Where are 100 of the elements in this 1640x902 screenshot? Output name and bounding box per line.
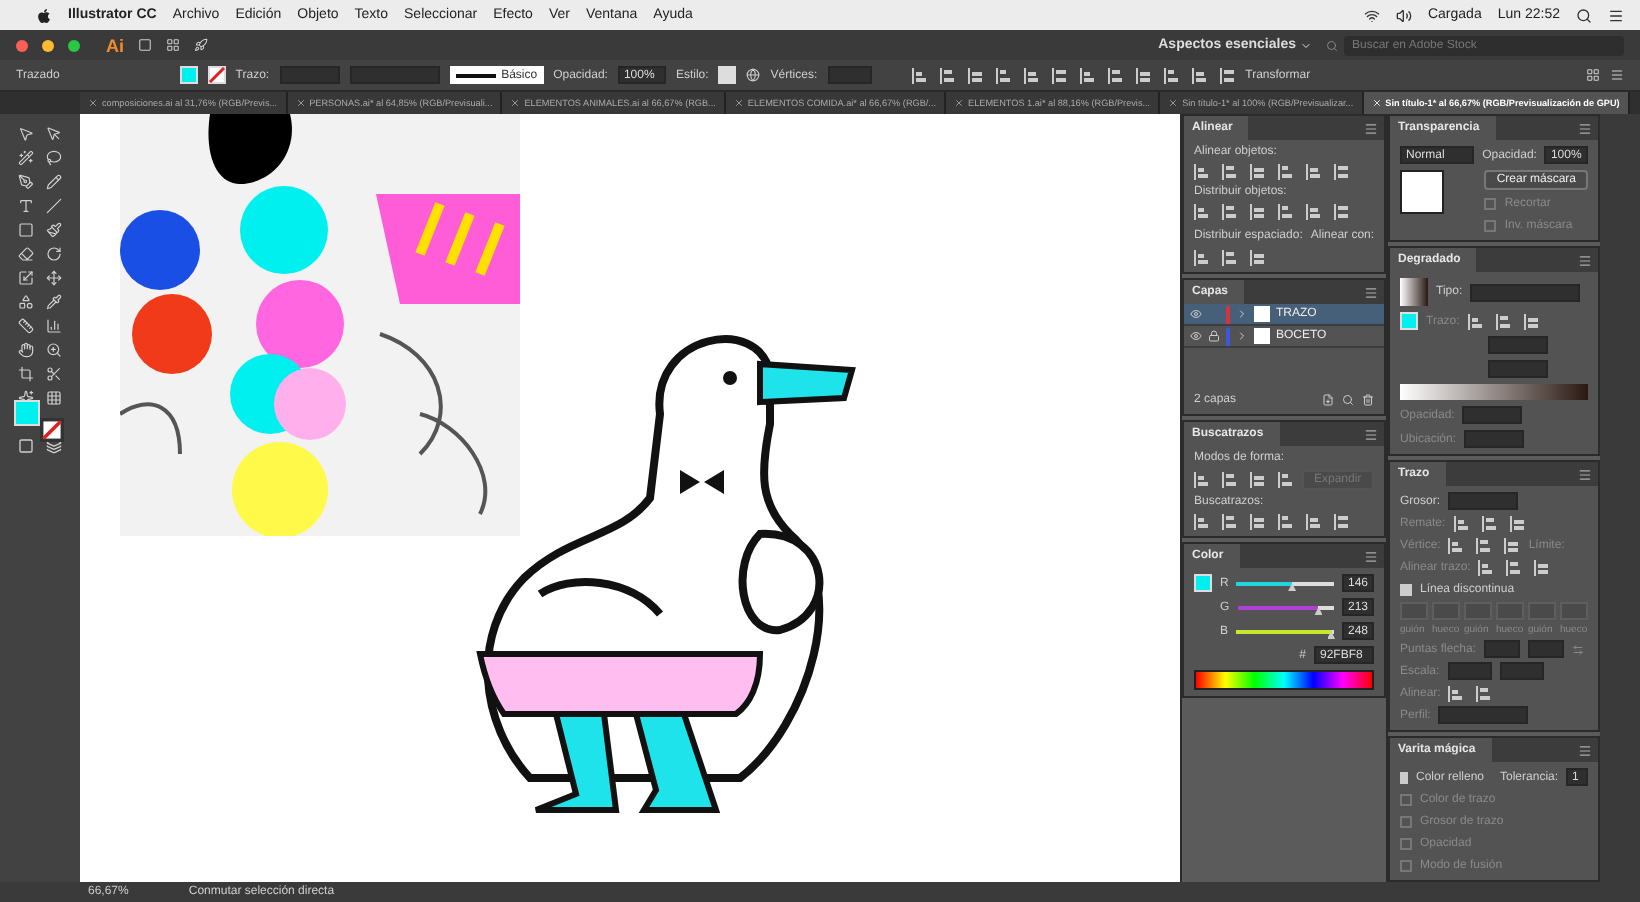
no-stroke-swatch[interactable] (40, 418, 64, 442)
align-icon[interactable] (1495, 313, 1512, 329)
align-icon[interactable] (1278, 204, 1294, 220)
align-icon[interactable] (1135, 67, 1152, 83)
checkbox[interactable] (1484, 197, 1497, 209)
menu-icon[interactable] (1608, 7, 1624, 23)
checkbox[interactable] (1484, 219, 1497, 231)
align-icon[interactable] (1191, 67, 1208, 83)
new-layer-icon[interactable] (1322, 393, 1334, 405)
rotate-icon[interactable] (46, 246, 62, 262)
eyedropper-icon[interactable] (46, 294, 62, 310)
align-icon[interactable] (1051, 67, 1068, 83)
align-icon[interactable] (1448, 685, 1465, 701)
align-icon[interactable] (1194, 204, 1210, 220)
arrow-pointer-icon[interactable] (18, 126, 34, 142)
align-icon[interactable] (1306, 514, 1322, 530)
line-icon[interactable] (46, 198, 62, 214)
rocket-icon[interactable] (194, 38, 208, 52)
align-icon[interactable] (911, 67, 928, 83)
align-icon[interactable] (1222, 164, 1238, 180)
grid-icon[interactable] (166, 38, 180, 52)
letter-t-icon[interactable] (18, 198, 34, 214)
minimize-light[interactable] (42, 39, 54, 51)
color-spectrum[interactable] (1194, 670, 1374, 690)
variable-width-field[interactable] (349, 66, 440, 84)
square-icon[interactable] (18, 438, 34, 454)
chevron-down-icon[interactable] (1300, 39, 1312, 51)
align-icon[interactable] (1334, 514, 1350, 530)
align-icon[interactable] (1194, 514, 1210, 530)
align-icon[interactable] (1194, 472, 1210, 488)
ruler-icon[interactable] (18, 318, 34, 334)
align-icon[interactable] (1163, 67, 1180, 83)
align-icon[interactable] (1222, 472, 1238, 488)
align-icon[interactable] (1250, 204, 1266, 220)
fill-swatch[interactable] (179, 66, 198, 84)
align-icon[interactable] (1306, 204, 1322, 220)
align-icon[interactable] (1250, 514, 1266, 530)
no-stroke-swatch[interactable] (207, 66, 226, 84)
rectangle-icon[interactable] (18, 222, 34, 238)
align-icon[interactable] (1523, 313, 1540, 329)
shapes-icon[interactable] (18, 294, 34, 310)
align-icon[interactable] (1194, 250, 1210, 266)
search-icon[interactable] (1576, 7, 1592, 23)
align-icon[interactable] (995, 67, 1012, 83)
vertices-field[interactable] (827, 66, 872, 84)
align-icon[interactable] (1478, 559, 1495, 575)
align-icon[interactable] (1222, 250, 1238, 266)
location-field[interactable] (1464, 430, 1525, 448)
zoom-light[interactable] (68, 39, 80, 51)
align-icon[interactable] (1278, 164, 1294, 180)
apple-icon[interactable] (36, 7, 52, 23)
move-icon[interactable] (46, 270, 62, 286)
hollow-arrow-pointer-icon[interactable] (46, 126, 62, 142)
wifi-icon[interactable] (1363, 7, 1380, 23)
layers-icon[interactable] (46, 438, 62, 454)
align-icon[interactable] (1250, 164, 1266, 180)
align-icon[interactable] (1509, 515, 1526, 531)
align-icon[interactable] (1107, 67, 1124, 83)
brush-icon[interactable] (46, 222, 62, 238)
slider-thumb[interactable] (1288, 583, 1297, 591)
grid-icon[interactable] (46, 390, 62, 406)
angle-field[interactable] (1488, 336, 1548, 354)
slider-thumb[interactable] (1327, 631, 1336, 639)
globe-icon[interactable] (746, 68, 761, 82)
align-icon[interactable] (1476, 685, 1493, 701)
opacity-field[interactable] (1462, 406, 1523, 424)
align-icon[interactable] (1476, 537, 1493, 553)
align-icon[interactable] (1334, 164, 1350, 180)
align-icon[interactable] (1222, 514, 1238, 530)
aspect-field[interactable] (1488, 360, 1548, 378)
eraser-icon[interactable] (18, 246, 34, 262)
trash-icon[interactable] (1362, 393, 1374, 405)
align-icon[interactable] (1453, 515, 1470, 531)
fill-swatch[interactable] (1194, 574, 1212, 592)
align-icon[interactable] (1250, 250, 1266, 266)
align-icon[interactable] (1194, 164, 1210, 180)
bar-chart-icon[interactable] (46, 318, 62, 334)
align-icon[interactable] (1222, 204, 1238, 220)
crop-icon[interactable] (18, 366, 34, 382)
eye-icon[interactable] (1190, 308, 1202, 320)
align-icon[interactable] (1219, 67, 1236, 83)
gradient-swatch[interactable] (1400, 278, 1428, 306)
align-icon[interactable] (1278, 472, 1294, 488)
align-icon[interactable] (1278, 514, 1294, 530)
align-icon[interactable] (1306, 164, 1322, 180)
slider-thumb[interactable] (1314, 607, 1323, 615)
stroke-weight-field[interactable] (279, 66, 340, 84)
square-icon[interactable] (138, 38, 152, 52)
scale-field[interactable] (1499, 662, 1544, 680)
align-icon[interactable] (1079, 67, 1096, 83)
align-icon[interactable] (1250, 472, 1266, 488)
grid-icon[interactable] (1586, 68, 1600, 82)
scissors-icon[interactable] (46, 366, 62, 382)
style-swatch[interactable] (718, 66, 737, 84)
fill-swatch[interactable] (1400, 312, 1418, 330)
pen-icon[interactable] (18, 174, 34, 190)
pencil-icon[interactable] (46, 174, 62, 190)
speaker-icon[interactable] (1395, 7, 1412, 23)
wand-icon[interactable] (18, 150, 34, 166)
align-icon[interactable] (1481, 515, 1498, 531)
